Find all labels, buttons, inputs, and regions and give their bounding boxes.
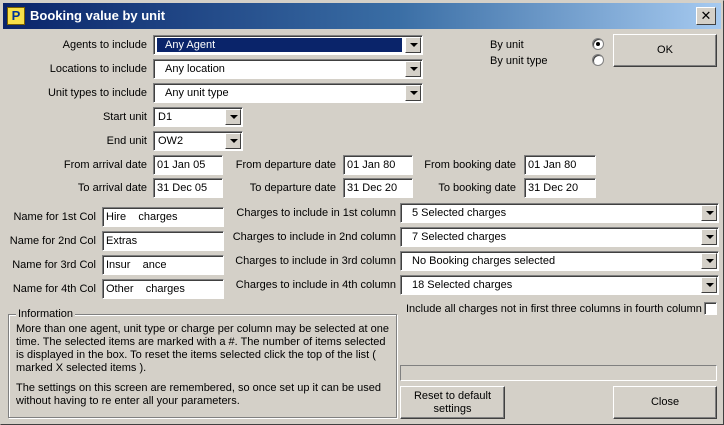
from-departure-label: From departure date bbox=[235, 159, 336, 171]
title-bar[interactable]: P Booking value by unit ✕ bbox=[3, 3, 721, 29]
include-all-label: Include all charges not in first three c… bbox=[406, 303, 702, 315]
col3-name-field[interactable]: Insur ance bbox=[102, 255, 224, 275]
agents-label: Agents to include bbox=[62, 39, 147, 51]
to-arrival-field[interactable]: 31 Dec 05 bbox=[153, 178, 223, 198]
reset-defaults-button[interactable]: Reset to default settings bbox=[400, 386, 505, 419]
unit-types-label: Unit types to include bbox=[47, 87, 147, 99]
ok-button[interactable]: OK bbox=[613, 34, 717, 67]
col3-charges-label: Charges to include in 3rd column bbox=[235, 255, 396, 267]
to-booking-label: To booking date bbox=[438, 182, 516, 194]
info-paragraph-2: The settings on this screen are remember… bbox=[16, 382, 382, 407]
col2-charges-label: Charges to include in 2nd column bbox=[232, 231, 396, 243]
unit-types-value: Any unit type bbox=[165, 87, 229, 99]
unit-types-select[interactable]: Any unit type bbox=[153, 83, 423, 103]
chevron-down-icon[interactable] bbox=[701, 253, 717, 269]
col4-name-field[interactable]: Other charges bbox=[102, 279, 224, 299]
col4-charges-value: 18 Selected charges bbox=[412, 279, 513, 291]
from-booking-label: From booking date bbox=[424, 159, 516, 171]
information-group: Information More than one agent, unit ty… bbox=[8, 307, 397, 418]
col2-name-field[interactable]: Extras bbox=[102, 231, 224, 251]
to-departure-field[interactable]: 31 Dec 20 bbox=[343, 178, 413, 198]
agents-select[interactable]: Any Agent bbox=[153, 35, 423, 55]
col3-charges-select[interactable]: No Booking charges selected bbox=[400, 251, 719, 271]
chevron-down-icon[interactable] bbox=[405, 61, 421, 77]
end-unit-value: OW2 bbox=[158, 135, 184, 147]
col1-charges-select[interactable]: 5 Selected charges bbox=[400, 203, 719, 223]
end-unit-label: End unit bbox=[106, 135, 147, 147]
close-window-button[interactable]: ✕ bbox=[696, 7, 716, 25]
close-icon: ✕ bbox=[700, 8, 712, 23]
col2-charges-select[interactable]: 7 Selected charges bbox=[400, 227, 719, 247]
by-unit-type-label: By unit type bbox=[490, 55, 548, 67]
by-unit-radio[interactable] bbox=[592, 38, 604, 50]
col2-name-label: Name for 2nd Col bbox=[9, 235, 96, 247]
to-booking-field[interactable]: 31 Dec 20 bbox=[524, 178, 596, 198]
app-p-icon: P bbox=[7, 7, 25, 25]
col3-name-label: Name for 3rd Col bbox=[12, 259, 96, 271]
information-title: Information bbox=[16, 307, 76, 321]
from-booking-field[interactable]: 01 Jan 80 bbox=[524, 155, 596, 175]
locations-select[interactable]: Any location bbox=[153, 59, 423, 79]
locations-value: Any location bbox=[165, 63, 225, 75]
chevron-down-icon[interactable] bbox=[225, 109, 241, 125]
chevron-down-icon[interactable] bbox=[701, 229, 717, 245]
booking-value-dialog: P Booking value by unit ✕ Agents to incl… bbox=[0, 0, 724, 425]
from-arrival-label: From arrival date bbox=[63, 159, 147, 171]
by-unit-label: By unit bbox=[490, 39, 524, 51]
col1-name-label: Name for 1st Col bbox=[13, 211, 96, 223]
from-departure-field[interactable]: 01 Jan 80 bbox=[343, 155, 413, 175]
start-unit-select[interactable]: D1 bbox=[153, 107, 243, 127]
col1-charges-label: Charges to include in 1st column bbox=[236, 207, 396, 219]
col4-charges-label: Charges to include in 4th column bbox=[235, 279, 396, 291]
agents-value: Any Agent bbox=[157, 38, 402, 52]
from-arrival-field[interactable]: 01 Jan 05 bbox=[153, 155, 223, 175]
chevron-down-icon[interactable] bbox=[701, 277, 717, 293]
include-all-checkbox[interactable] bbox=[704, 302, 717, 315]
col4-charges-select[interactable]: 18 Selected charges bbox=[400, 275, 719, 295]
info-paragraph-1: More than one agent, unit type or charge… bbox=[16, 323, 390, 374]
progress-bar bbox=[400, 365, 717, 381]
window-title: Booking value by unit bbox=[30, 8, 166, 23]
chevron-down-icon[interactable] bbox=[405, 85, 421, 101]
chevron-down-icon[interactable] bbox=[701, 205, 717, 221]
col1-charges-value: 5 Selected charges bbox=[412, 207, 507, 219]
col3-charges-value: No Booking charges selected bbox=[412, 255, 556, 267]
col2-charges-value: 7 Selected charges bbox=[412, 231, 507, 243]
chevron-down-icon[interactable] bbox=[405, 37, 421, 53]
start-unit-label: Start unit bbox=[102, 111, 147, 123]
col4-name-label: Name for 4th Col bbox=[12, 283, 96, 295]
close-button[interactable]: Close bbox=[613, 386, 717, 419]
end-unit-select[interactable]: OW2 bbox=[153, 131, 243, 151]
locations-label: Locations to include bbox=[49, 63, 147, 75]
start-unit-value: D1 bbox=[158, 111, 173, 123]
chevron-down-icon[interactable] bbox=[225, 133, 241, 149]
by-unit-type-radio[interactable] bbox=[592, 54, 604, 66]
to-arrival-label: To arrival date bbox=[77, 182, 147, 194]
to-departure-label: To departure date bbox=[249, 182, 336, 194]
col1-name-field[interactable]: Hire charges bbox=[102, 207, 224, 227]
